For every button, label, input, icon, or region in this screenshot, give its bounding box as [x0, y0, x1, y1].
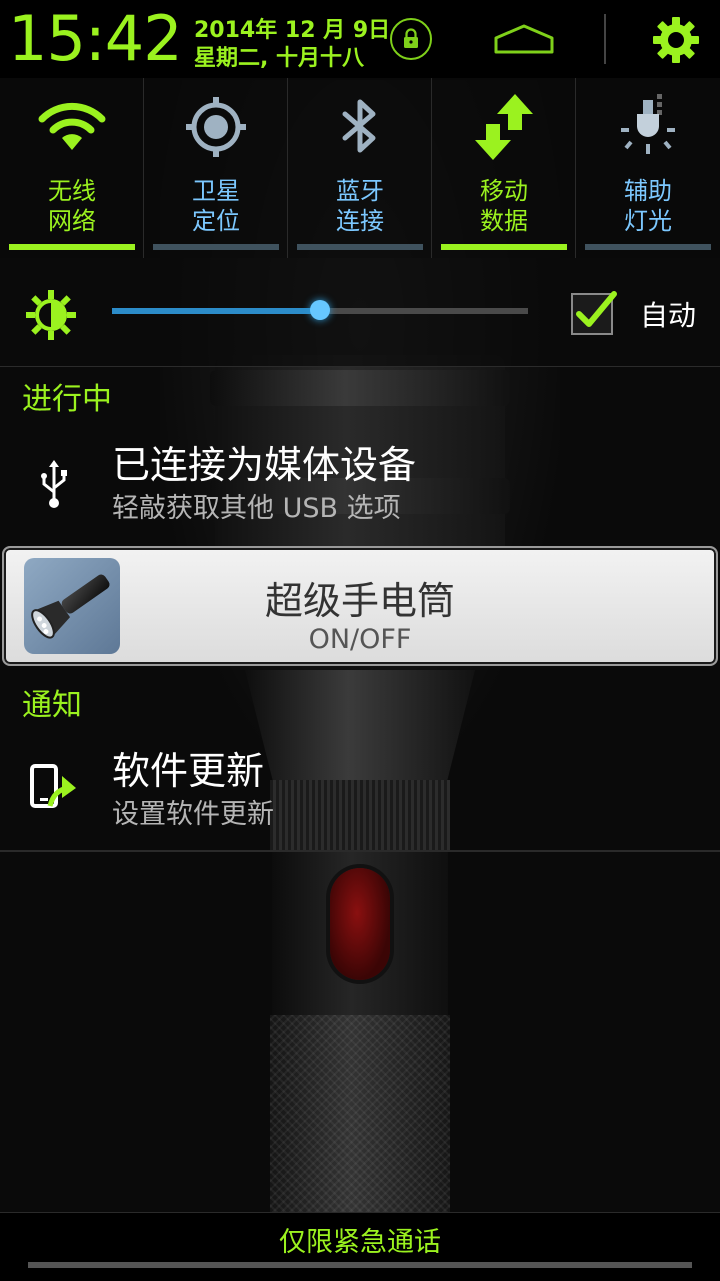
toggle-label: 辅助: [624, 177, 672, 205]
section-title-notifications: 通知: [22, 688, 82, 723]
flashlight-switch: [330, 868, 390, 980]
assist-light-icon: [613, 92, 683, 162]
toggle-indicator: [9, 244, 135, 250]
toggle-label: 连接: [336, 207, 384, 235]
toggle-label: 数据: [480, 207, 528, 235]
auto-brightness-label: 自动: [640, 299, 697, 332]
home-icon[interactable]: [490, 18, 558, 60]
brightness-icon: [24, 288, 78, 342]
toggle-label: 无线: [48, 177, 96, 205]
panel-drag-handle[interactable]: [28, 1262, 692, 1268]
wifi-icon: [37, 92, 107, 162]
toggle-label: 网络: [48, 207, 96, 235]
gear-icon[interactable]: [646, 14, 706, 66]
lunar-date-line: 星期二, 十月十八: [194, 46, 365, 71]
usb-notification-subtitle: 轻敲获取其他 USB 选项: [112, 493, 401, 524]
flashlight-knurl: [270, 1015, 450, 1215]
toggle-label: 移动: [480, 177, 528, 205]
software-update-title: 软件更新: [112, 749, 265, 793]
emergency-calls-only-label: 仅限紧急通话: [279, 1227, 441, 1258]
section-title-ongoing: 进行中: [22, 382, 112, 417]
toggle-mobile-data[interactable]: 移动 数据: [432, 78, 576, 258]
flashlight-notification-title: 超级手电筒: [264, 579, 455, 623]
flashlight-app-icon: [24, 558, 120, 654]
toggle-indicator: [441, 244, 567, 250]
divider: [0, 850, 720, 852]
lock-icon[interactable]: [390, 18, 432, 60]
auto-brightness-checkbox[interactable]: [570, 288, 618, 336]
toggle-gps[interactable]: 卫星 定位: [144, 78, 288, 258]
header-divider: [604, 14, 606, 64]
flashlight-notification-subtitle: ON/OFF: [308, 624, 412, 655]
brightness-slider-fill: [112, 308, 320, 314]
software-update-icon: [28, 762, 82, 812]
quick-settings-toggles: 无线 网络 卫星 定位 蓝牙 连接 移动 数据 辅助 灯光: [0, 78, 720, 258]
usb-notification-title: 已连接为媒体设备: [112, 443, 417, 487]
clock: 15:42: [8, 2, 183, 75]
toggle-label: 卫星: [192, 177, 240, 205]
bluetooth-icon: [325, 92, 395, 162]
software-update-subtitle: 设置软件更新: [112, 799, 274, 830]
toggle-bluetooth[interactable]: 蓝牙 连接: [288, 78, 432, 258]
software-update-notification[interactable]: [0, 724, 720, 848]
flashlight-ring: [210, 370, 510, 406]
brightness-slider-thumb[interactable]: [310, 300, 330, 320]
toggle-wifi[interactable]: 无线 网络: [0, 78, 144, 258]
gps-icon: [181, 92, 251, 162]
toggle-indicator: [297, 244, 423, 250]
toggle-label: 灯光: [624, 207, 672, 235]
toggle-label: 蓝牙: [336, 177, 384, 205]
brightness-panel: 自动: [0, 258, 720, 367]
usb-icon: [32, 458, 76, 510]
toggle-assist-light[interactable]: 辅助 灯光: [576, 78, 720, 258]
mobile-data-icon: [469, 92, 539, 162]
toggle-label: 定位: [192, 207, 240, 235]
toggle-indicator: [153, 244, 279, 250]
toggle-indicator: [585, 244, 711, 250]
